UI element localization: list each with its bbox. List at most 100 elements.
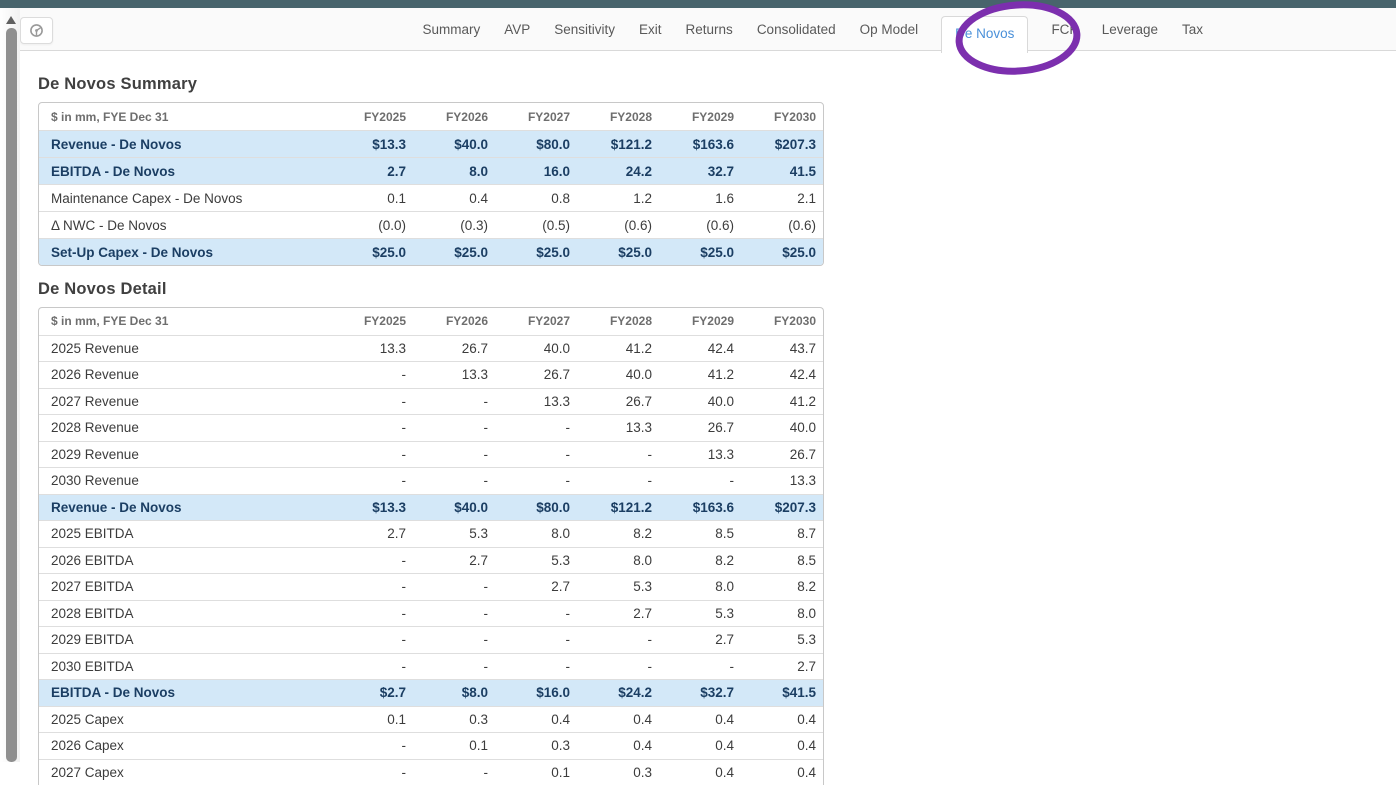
value-cell: 0.8 <box>495 191 577 206</box>
tab-de-novos[interactable]: De Novos <box>941 16 1028 53</box>
table-row: 2028 EBITDA---2.75.38.0 <box>39 600 823 627</box>
tab-op-model[interactable]: Op Model <box>859 18 920 41</box>
tab-sensitivity[interactable]: Sensitivity <box>553 18 616 41</box>
row-label: 2027 EBITDA <box>39 579 331 594</box>
value-cell: (0.6) <box>577 218 659 233</box>
value-cell: - <box>495 473 577 488</box>
value-cell: 40.0 <box>495 341 577 356</box>
table-row: 2027 Revenue--13.326.740.041.2 <box>39 388 823 415</box>
tab-consolidated[interactable]: Consolidated <box>756 18 837 41</box>
value-cell: $13.3 <box>331 500 413 515</box>
row-label: Maintenance Capex - De Novos <box>39 191 331 206</box>
value-cell: 40.0 <box>659 394 741 409</box>
value-cell: 5.3 <box>495 553 577 568</box>
value-cell: 42.4 <box>659 341 741 356</box>
column-header: FY2025 <box>331 314 413 328</box>
section-title-summary: De Novos Summary <box>38 75 824 94</box>
value-cell: 0.4 <box>659 765 741 780</box>
table-row: 2025 EBITDA2.75.38.08.28.58.7 <box>39 520 823 547</box>
tab-exit[interactable]: Exit <box>638 18 663 41</box>
value-cell: 0.1 <box>331 712 413 727</box>
column-header: FY2029 <box>659 314 741 328</box>
value-cell: 13.3 <box>331 341 413 356</box>
value-cell: 41.5 <box>741 164 823 179</box>
value-cell: $8.0 <box>413 685 495 700</box>
table-row: 2025 Revenue13.326.740.041.242.443.7 <box>39 335 823 362</box>
value-cell: - <box>495 659 577 674</box>
value-cell: - <box>413 447 495 462</box>
value-cell: 2.7 <box>331 526 413 541</box>
table-row: 2026 Revenue-13.326.740.041.242.4 <box>39 361 823 388</box>
value-cell: 8.0 <box>577 553 659 568</box>
row-label: 2026 Capex <box>39 738 331 753</box>
value-cell: 0.4 <box>577 738 659 753</box>
value-cell: 8.7 <box>741 526 823 541</box>
value-cell: $121.2 <box>577 500 659 515</box>
value-cell: 0.1 <box>331 191 413 206</box>
scrollbar-thumb[interactable] <box>6 28 17 762</box>
value-cell: (0.3) <box>413 218 495 233</box>
row-label: 2027 Capex <box>39 765 331 780</box>
table-row: EBITDA - De Novos2.78.016.024.232.741.5 <box>39 157 823 184</box>
summary-table: $ in mm, FYE Dec 31FY2025FY2026FY2027FY2… <box>38 102 824 266</box>
table-header-row: $ in mm, FYE Dec 31FY2025FY2026FY2027FY2… <box>39 103 823 130</box>
value-cell: 0.4 <box>413 191 495 206</box>
tab-fcf[interactable]: FCF <box>1050 18 1078 41</box>
tab-summary[interactable]: Summary <box>421 18 481 41</box>
value-cell: 2.7 <box>331 164 413 179</box>
scroll-up-arrow-icon[interactable] <box>6 16 16 24</box>
table-row: 2027 Capex--0.10.30.40.4 <box>39 759 823 785</box>
value-cell: $24.2 <box>577 685 659 700</box>
vertical-scrollbar[interactable] <box>0 8 20 762</box>
value-cell: 26.7 <box>741 447 823 462</box>
tab-leverage[interactable]: Leverage <box>1101 18 1159 41</box>
value-cell: 0.3 <box>577 765 659 780</box>
section-title-detail: De Novos Detail <box>38 280 824 299</box>
value-cell: 8.2 <box>659 553 741 568</box>
value-cell: $16.0 <box>495 685 577 700</box>
table-row: Maintenance Capex - De Novos0.10.40.81.2… <box>39 184 823 211</box>
value-cell: 0.1 <box>413 738 495 753</box>
table-row: 2030 EBITDA-----2.7 <box>39 653 823 680</box>
tab-returns[interactable]: Returns <box>685 18 734 41</box>
row-label: 2025 Revenue <box>39 341 331 356</box>
value-cell: - <box>331 579 413 594</box>
value-cell: - <box>331 447 413 462</box>
value-cell: 40.0 <box>741 420 823 435</box>
value-cell: - <box>331 367 413 382</box>
table-row: 2025 Capex0.10.30.40.40.40.4 <box>39 706 823 733</box>
value-cell: - <box>331 659 413 674</box>
value-cell: 0.4 <box>495 712 577 727</box>
row-label: 2028 Revenue <box>39 420 331 435</box>
value-cell: - <box>413 606 495 621</box>
column-header: FY2027 <box>495 110 577 124</box>
value-cell: 5.3 <box>741 632 823 647</box>
tab-avp[interactable]: AVP <box>503 18 531 41</box>
value-cell: - <box>413 394 495 409</box>
value-cell: - <box>577 473 659 488</box>
widget-tab-button[interactable] <box>20 17 53 44</box>
table-row: 2027 EBITDA--2.75.38.08.2 <box>39 573 823 600</box>
value-cell: $207.3 <box>741 500 823 515</box>
value-cell: 41.2 <box>659 367 741 382</box>
value-cell: 2.7 <box>741 659 823 674</box>
column-header: FY2029 <box>659 110 741 124</box>
value-cell: - <box>577 632 659 647</box>
tab-tax[interactable]: Tax <box>1181 18 1204 41</box>
top-accent-bar <box>0 0 1396 8</box>
units-label: $ in mm, FYE Dec 31 <box>39 314 331 328</box>
value-cell: $25.0 <box>659 245 741 260</box>
value-cell: 0.1 <box>495 765 577 780</box>
value-cell: 43.7 <box>741 341 823 356</box>
value-cell: - <box>413 659 495 674</box>
units-label: $ in mm, FYE Dec 31 <box>39 110 331 124</box>
value-cell: - <box>577 659 659 674</box>
value-cell: - <box>331 632 413 647</box>
value-cell: - <box>413 765 495 780</box>
table-row: Revenue - De Novos$13.3$40.0$80.0$121.2$… <box>39 130 823 157</box>
table-row: 2028 Revenue---13.326.740.0 <box>39 414 823 441</box>
value-cell: 24.2 <box>577 164 659 179</box>
table-row: Δ NWC - De Novos(0.0)(0.3)(0.5)(0.6)(0.6… <box>39 211 823 238</box>
value-cell: - <box>413 473 495 488</box>
value-cell: $80.0 <box>495 137 577 152</box>
